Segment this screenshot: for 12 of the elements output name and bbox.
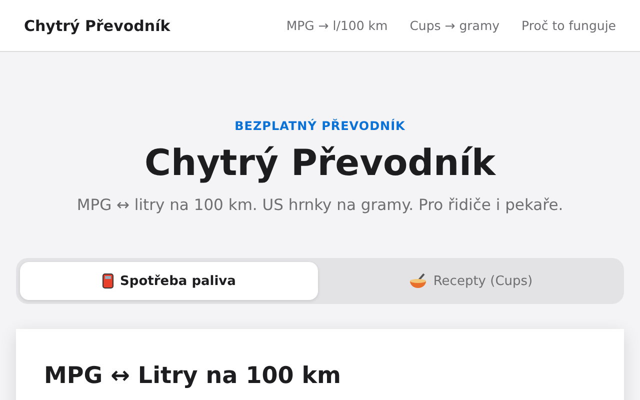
eyebrow-label: BEZPLATNÝ PŘEVODNÍK (234, 119, 406, 133)
fuel-pump-icon (102, 273, 114, 289)
subtitle: MPG ↔ litry na 100 km. US hrnky na gramy. Pro řidiče i pekaře. (76, 196, 564, 214)
brand-name: Chytrý Převodník (24, 16, 170, 34)
bowl-icon (409, 273, 428, 289)
nav-link[interactable]: Cups → gramy (410, 18, 500, 33)
nav-link[interactable]: MPG → l/100 km (286, 18, 388, 33)
nav-link[interactable]: Proč to funguje (522, 18, 616, 33)
tab[interactable]: Recepty (Cups) (322, 262, 620, 300)
page-title: Chytrý Převodník (144, 143, 496, 184)
card-heading: MPG ↔ Litry na 100 km (44, 363, 342, 389)
tab[interactable]: Spotřeba paliva (20, 262, 318, 300)
